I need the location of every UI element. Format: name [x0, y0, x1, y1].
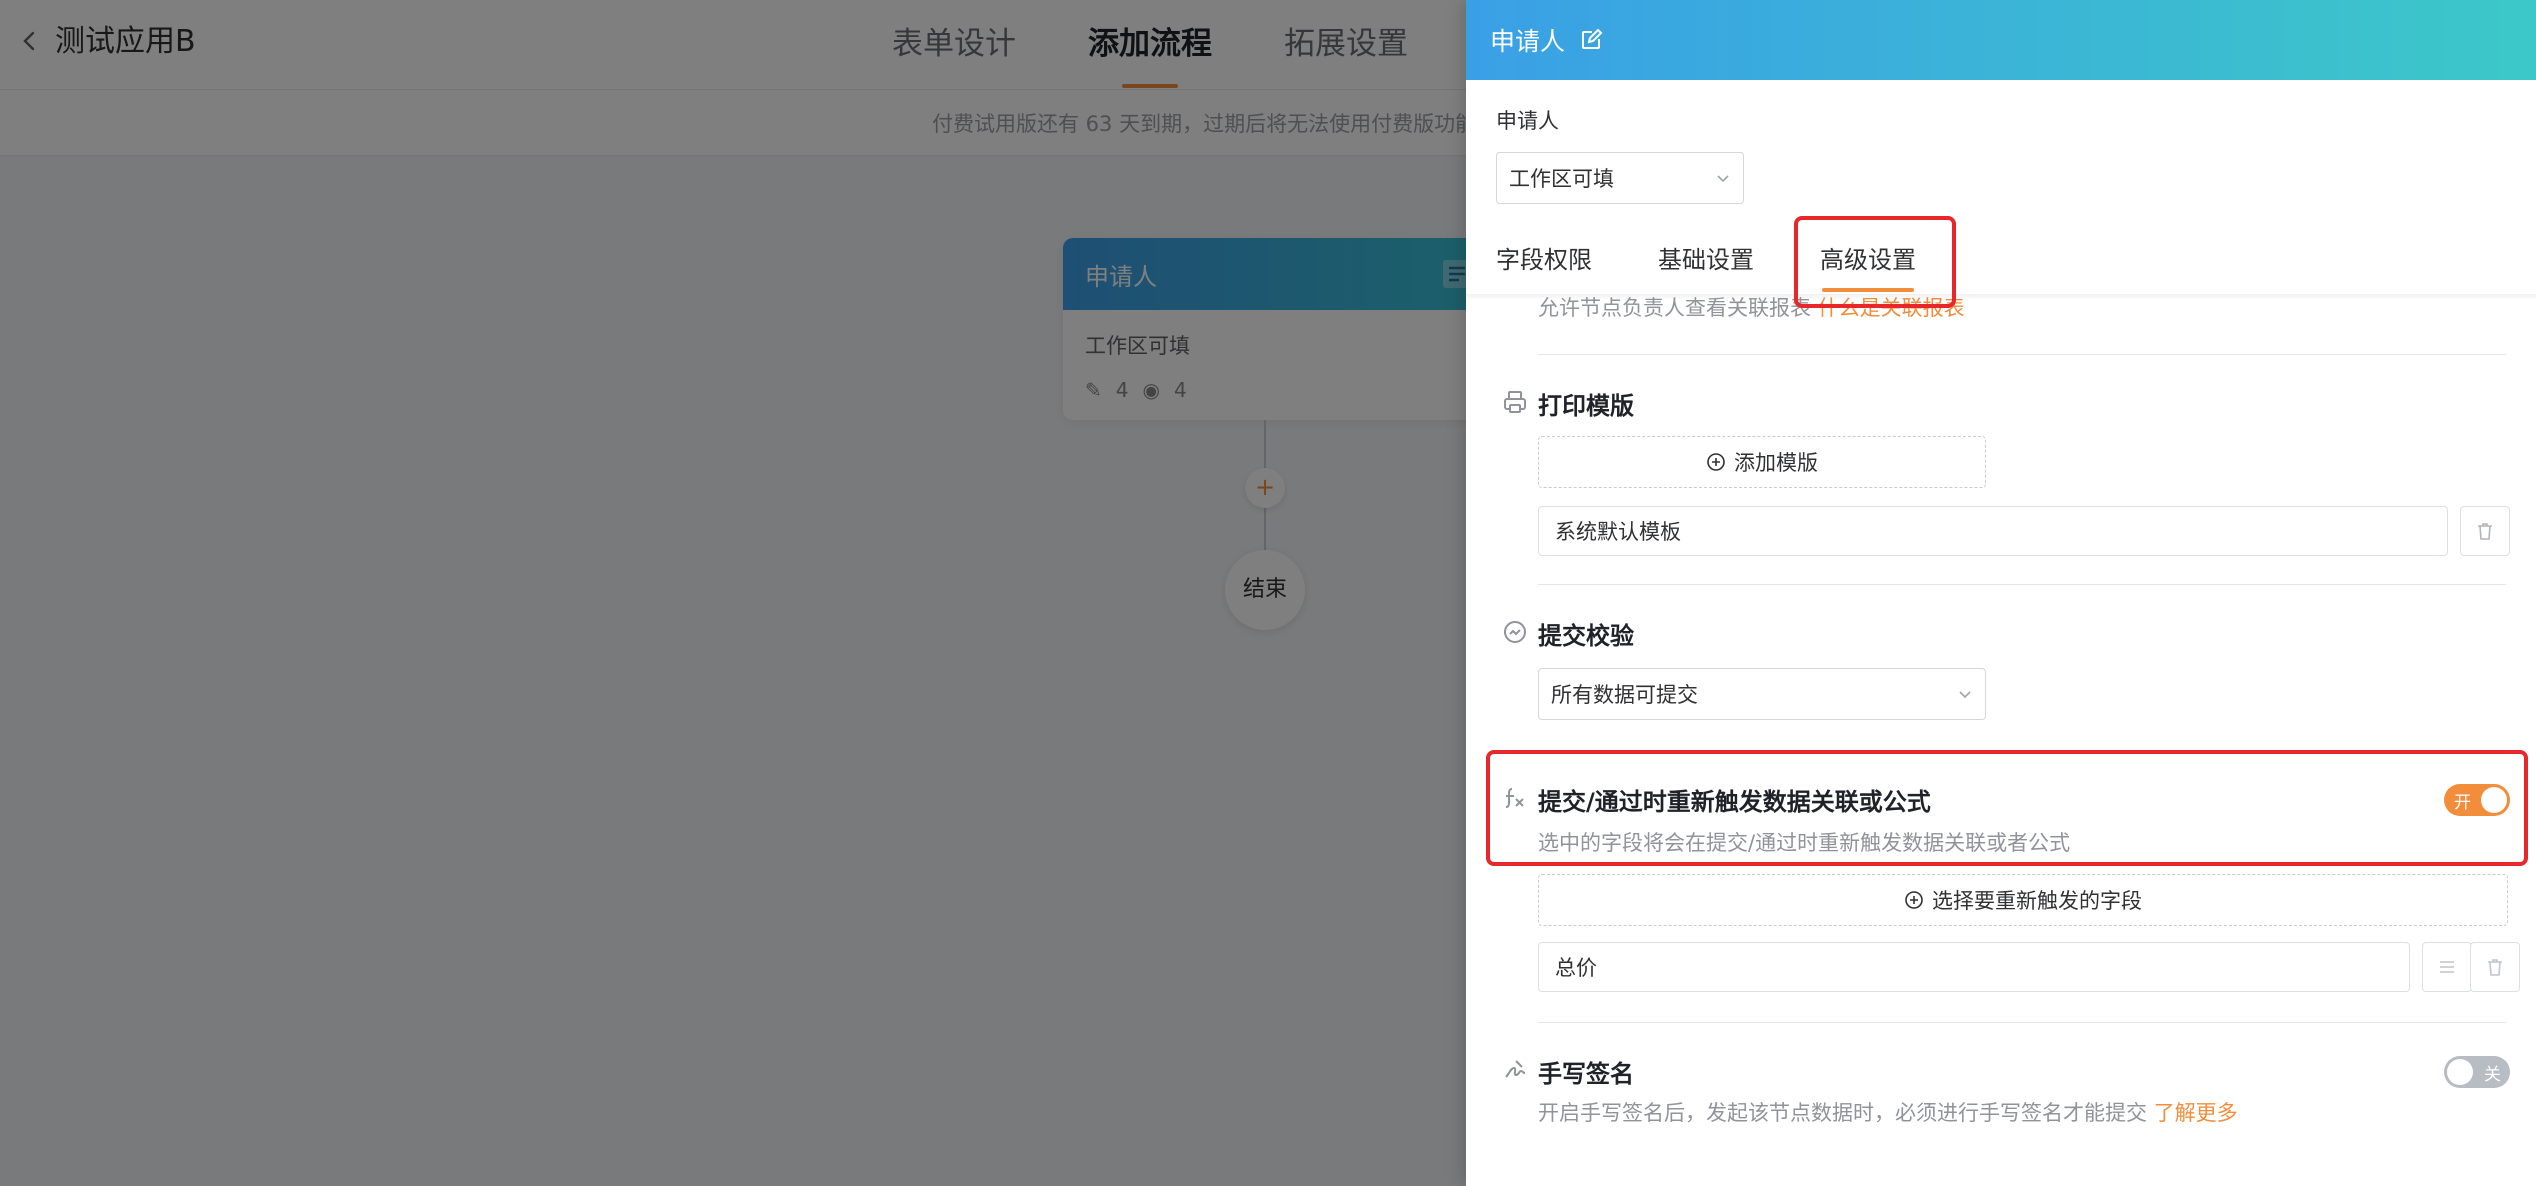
retrigger-field-name: 总价: [1555, 956, 1597, 980]
modal-overlay[interactable]: [0, 0, 1466, 1186]
validation-icon: [1504, 621, 1526, 643]
node-settings-drawer: 申请人 申请人 工作区可填 字段权限 基础设置 高级设置 允许节点负责人查看关联…: [1466, 0, 2536, 1186]
drawer-header: 申请人: [1466, 0, 2536, 80]
delete-field-button[interactable]: [2470, 942, 2520, 992]
applicant-permission-select[interactable]: 工作区可填: [1496, 152, 1744, 204]
add-template-label: 添加模版: [1734, 451, 1818, 475]
applicant-label: 申请人: [1496, 109, 1559, 133]
submit-validation-title: 提交校验: [1538, 622, 1634, 650]
signature-title: 手写签名: [1538, 1060, 1634, 1088]
plus-circle-icon: [1707, 453, 1725, 471]
signature-description: 开启手写签名后，发起该节点数据时，必须进行手写签名才能提交 了解更多: [1538, 1097, 2238, 1127]
print-template-title: 打印模版: [1538, 392, 1634, 420]
divider: [1538, 584, 2506, 585]
drawer-title: 申请人: [1490, 27, 1566, 56]
highlight-advanced-tab: [1794, 216, 1956, 308]
template-name: 系统默认模板: [1555, 520, 1681, 544]
highlight-retrigger-section: [1486, 750, 2528, 866]
template-item[interactable]: 系统默认模板: [1538, 506, 2448, 556]
printer-icon: [1504, 391, 1526, 413]
edit-icon[interactable]: [1579, 28, 1603, 52]
trash-icon: [2488, 959, 2502, 976]
chevron-down-icon: [1959, 691, 1971, 699]
signature-description-text: 开启手写签名后，发起该节点数据时，必须进行手写签名才能提交: [1538, 1101, 2147, 1125]
divider: [1538, 1022, 2506, 1023]
toggle-knob: [2447, 1059, 2473, 1085]
learn-more-link[interactable]: 了解更多: [2154, 1101, 2238, 1125]
applicant-permission-value: 工作区可填: [1509, 167, 1614, 191]
submit-validation-value: 所有数据可提交: [1551, 683, 1698, 707]
signature-toggle[interactable]: 关: [2444, 1056, 2510, 1088]
signature-toggle-label: 关: [2484, 1064, 2501, 1085]
delete-template-button[interactable]: [2460, 506, 2510, 556]
divider: [1538, 354, 2506, 355]
drag-handle-button[interactable]: [2422, 942, 2472, 992]
select-retrigger-fields-button[interactable]: 选择要重新触发的字段: [1538, 874, 2508, 926]
tab-field-permissions[interactable]: 字段权限: [1496, 240, 1592, 290]
add-template-button[interactable]: 添加模版: [1538, 436, 1986, 488]
tab-basic-settings[interactable]: 基础设置: [1658, 240, 1754, 290]
submit-validation-select[interactable]: 所有数据可提交: [1538, 668, 1986, 720]
tabs-shadow: [1466, 294, 2536, 300]
menu-lines-icon: [2440, 961, 2454, 973]
signature-icon: [1505, 1060, 1526, 1078]
select-retrigger-fields-label: 选择要重新触发的字段: [1932, 889, 2142, 913]
chevron-down-icon: [1717, 175, 1729, 183]
trash-icon: [2478, 523, 2492, 540]
retrigger-field-item[interactable]: 总价: [1538, 942, 2410, 992]
plus-circle-icon: [1905, 891, 1923, 909]
